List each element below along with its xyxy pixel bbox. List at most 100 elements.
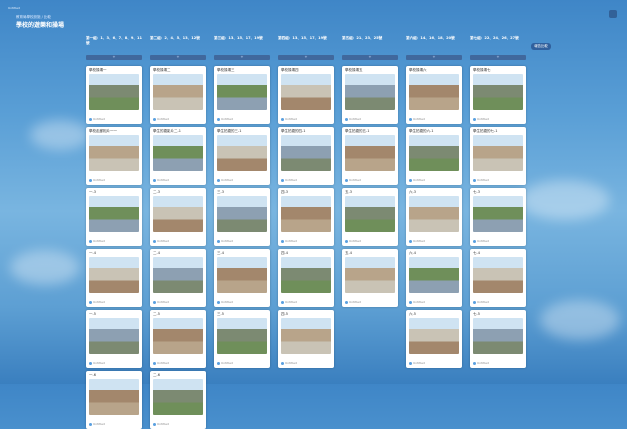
- card[interactable]: 六-5 Untitled: [406, 310, 462, 368]
- add-card-button[interactable]: +: [470, 55, 526, 60]
- card[interactable]: 二-4 Untitled: [150, 249, 206, 307]
- add-card-button[interactable]: +: [406, 55, 462, 60]
- card-title: 一-5: [89, 312, 96, 316]
- card-footer: Untitled: [473, 361, 489, 365]
- card-footer: Untitled: [217, 300, 233, 304]
- card-footer: Untitled: [345, 300, 361, 304]
- card[interactable]: 二-3 Untitled: [150, 188, 206, 246]
- column-heading: 第五組：21、23、25號: [342, 36, 383, 40]
- card-footer: Untitled: [89, 361, 105, 365]
- card-footer: Untitled: [217, 239, 233, 243]
- card[interactable]: 五-3 Untitled: [342, 188, 398, 246]
- card-photo: [345, 196, 395, 232]
- card-footer: Untitled: [409, 239, 425, 243]
- card-title: 二-5: [153, 312, 160, 316]
- card[interactable]: 一-3 Untitled: [86, 188, 142, 246]
- card[interactable]: 學校操場七 Untitled: [470, 66, 526, 124]
- card-title: 七-3: [473, 190, 480, 194]
- card[interactable]: 七-4 Untitled: [470, 249, 526, 307]
- card-photo: [89, 318, 139, 354]
- card-photo: [89, 196, 139, 232]
- column: 第三組：13、15、17、19號 + 學校操場三 Untitled 學生拍攝的三-1 Un…: [214, 36, 270, 368]
- add-icon: +: [304, 55, 308, 59]
- add-card-button[interactable]: +: [278, 55, 334, 60]
- menu-button[interactable]: [609, 10, 617, 18]
- card-photo: [217, 318, 267, 354]
- card-footer: Untitled: [345, 178, 361, 182]
- card-photo: [473, 196, 523, 232]
- card[interactable]: 三-3 Untitled: [214, 188, 270, 246]
- card-photo: [345, 257, 395, 293]
- card[interactable]: 學校走廊相片一一 Untitled: [86, 127, 142, 185]
- card-footer: Untitled: [217, 361, 233, 365]
- card[interactable]: 二-5 Untitled: [150, 310, 206, 368]
- card-title: 學校走廊相片一一: [89, 129, 117, 133]
- card[interactable]: 五-4 Untitled: [342, 249, 398, 307]
- card[interactable]: 學生拍攝的六-1 Untitled: [406, 127, 462, 185]
- card[interactable]: 六-3 Untitled: [406, 188, 462, 246]
- card[interactable]: 七-3 Untitled: [470, 188, 526, 246]
- card[interactable]: 四-3 Untitled: [278, 188, 334, 246]
- card-footer: Untitled: [345, 117, 361, 121]
- card-title: 六-5: [409, 312, 416, 316]
- card[interactable]: 學生拍攝的四-1 Untitled: [278, 127, 334, 185]
- card-photo: [473, 74, 523, 110]
- card[interactable]: 一-4 Untitled: [86, 249, 142, 307]
- card-title: 三-5: [217, 312, 224, 316]
- card-photo: [89, 135, 139, 171]
- add-card-button[interactable]: +: [86, 55, 142, 60]
- card-footer: Untitled: [281, 300, 297, 304]
- card[interactable]: 一-6 Untitled: [86, 371, 142, 429]
- card-footer: Untitled: [217, 178, 233, 182]
- column: 第七組：22、24、26、27號 + 學校操場七 Untitled 學生拍攝的七-1 Un…: [470, 36, 526, 368]
- card-title: 一-3: [89, 190, 96, 194]
- card[interactable]: 學校操場二 Untitled: [150, 66, 206, 124]
- card[interactable]: 三-5 Untitled: [214, 310, 270, 368]
- card[interactable]: 學校操場三 Untitled: [214, 66, 270, 124]
- card[interactable]: 七-5 Untitled: [470, 310, 526, 368]
- card[interactable]: 學生拍攝的七-1 Untitled: [470, 127, 526, 185]
- column: 第四組：13、15、17、19號 + 學校操場四 Untitled 學生拍攝的四-1 Un…: [278, 36, 334, 368]
- card-title: 學生拍攝的七-1: [473, 129, 498, 133]
- card[interactable]: 四-5 Untitled: [278, 310, 334, 368]
- card-photo: [409, 135, 459, 171]
- card-footer: Untitled: [409, 300, 425, 304]
- column-heading: 第三組：13、15、17、19號: [214, 36, 263, 40]
- card-photo: [153, 135, 203, 171]
- card-title: 七-4: [473, 251, 480, 255]
- add-card-button[interactable]: +: [342, 55, 398, 60]
- card[interactable]: 六-4 Untitled: [406, 249, 462, 307]
- column: 第六組：14、16、18、20號 + 學校操場六 Untitled 學生拍攝的六-1 Un…: [406, 36, 462, 368]
- card[interactable]: 二-6 Untitled: [150, 371, 206, 429]
- add-icon: +: [496, 55, 500, 59]
- card-photo: [409, 196, 459, 232]
- card-title: 學校操場二: [153, 68, 171, 72]
- card[interactable]: 學生拍攝的五-1 Untitled: [342, 127, 398, 185]
- card[interactable]: 學校操場一 Untitled: [86, 66, 142, 124]
- card-footer: Untitled: [153, 300, 169, 304]
- card-title: 學生拍攝的五-1: [345, 129, 370, 133]
- card-title: 五-4: [345, 251, 352, 255]
- window-tag: Untitled: [8, 6, 20, 10]
- compare-button[interactable]: 報告比較: [531, 43, 551, 50]
- card[interactable]: 三-4 Untitled: [214, 249, 270, 307]
- card[interactable]: 學校操場五 Untitled: [342, 66, 398, 124]
- card[interactable]: 學生的攝影片二-1 Untitled: [150, 127, 206, 185]
- card[interactable]: 一-5 Untitled: [86, 310, 142, 368]
- card[interactable]: 學校操場四 Untitled: [278, 66, 334, 124]
- add-icon: +: [112, 55, 116, 59]
- card-photo: [281, 257, 331, 293]
- card-title: 六-4: [409, 251, 416, 255]
- card-footer: Untitled: [153, 117, 169, 121]
- card-photo: [409, 74, 459, 110]
- add-card-button[interactable]: +: [214, 55, 270, 60]
- card[interactable]: 學生拍攝的三-1 Untitled: [214, 127, 270, 185]
- card-title: 二-6: [153, 373, 160, 377]
- card-photo: [409, 257, 459, 293]
- card[interactable]: 學校操場六 Untitled: [406, 66, 462, 124]
- card-title: 一-4: [89, 251, 96, 255]
- add-card-button[interactable]: +: [150, 55, 206, 60]
- card-photo: [89, 74, 139, 110]
- card[interactable]: 四-4 Untitled: [278, 249, 334, 307]
- card-footer: Untitled: [281, 239, 297, 243]
